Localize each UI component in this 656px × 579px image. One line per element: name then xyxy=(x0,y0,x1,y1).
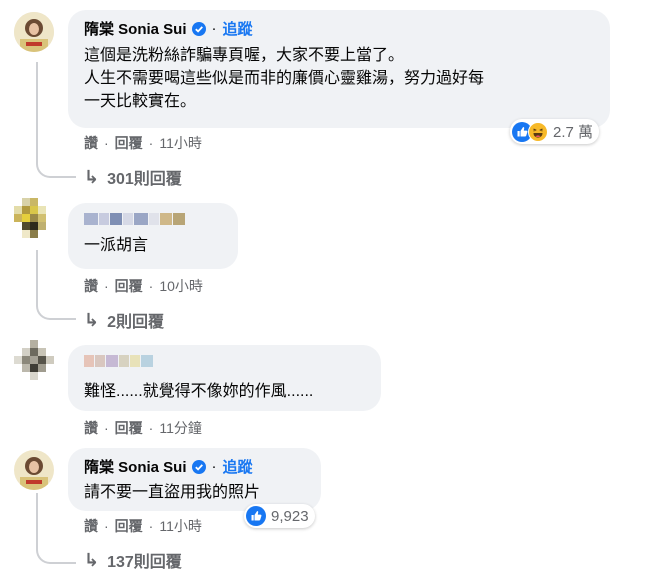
avatar[interactable] xyxy=(14,450,54,490)
separator-dot: · xyxy=(104,518,109,534)
reply-button[interactable]: 回覆 xyxy=(115,516,143,536)
like-icon xyxy=(246,506,266,526)
blurred-author-name[interactable] xyxy=(84,213,185,225)
reply-button[interactable]: 回覆 xyxy=(115,133,143,153)
reply-arrow-icon: ↳ xyxy=(84,309,100,330)
thread-connector xyxy=(36,154,76,178)
comment-text-line: 這個是洗粉絲詐騙專頁喔，大家不要上當了。 xyxy=(84,47,405,64)
view-replies-button[interactable]: ↳ 137則回覆 xyxy=(84,548,182,572)
comment-actions: 讚 · 回覆 · 11小時 xyxy=(84,133,202,153)
view-replies-button[interactable]: ↳ 2則回覆 xyxy=(84,308,164,332)
comment-bubble: 隋棠 Sonia Sui · 追蹤 請不要一直盜用我的照片 xyxy=(68,448,321,511)
comment-text-line: 難怪......就覺得不像妳的作風...... xyxy=(84,383,314,400)
comment-actions: 讚 · 回覆 · 11分鐘 xyxy=(84,418,202,438)
follow-button[interactable]: 追蹤 xyxy=(223,456,253,477)
comment-text-line: 一天比較實在。 xyxy=(84,93,197,110)
comment-text-line: 一派胡言 xyxy=(84,237,149,254)
like-button[interactable]: 讚 xyxy=(84,418,98,438)
separator-dot: · xyxy=(211,458,217,475)
reply-button[interactable]: 回覆 xyxy=(115,276,143,296)
reaction-summary[interactable]: 9,923 xyxy=(244,504,315,528)
separator-dot: · xyxy=(148,420,154,436)
follow-button[interactable]: 追蹤 xyxy=(223,18,253,39)
comment-bubble: 隋棠 Sonia Sui · 追蹤 這個是洗粉絲詐騙專頁喔，大家不要上當了。 人… xyxy=(68,10,610,128)
comment-text-line: 請不要一直盜用我的照片 xyxy=(84,484,261,501)
timestamp[interactable]: 11小時 xyxy=(159,133,202,153)
comment-actions: 讚 · 回覆 · 11小時 xyxy=(84,516,202,536)
comment-bubble: 一派胡言 xyxy=(68,203,238,269)
avatar[interactable] xyxy=(14,12,54,52)
view-replies-button[interactable]: ↳ 301則回覆 xyxy=(84,165,182,189)
comment-author[interactable]: 隋棠 Sonia Sui xyxy=(84,18,187,39)
comment-text-line: 人生不需要喝這些似是而非的廉價心靈雞湯，努力過好每 xyxy=(84,70,485,87)
reaction-summary[interactable]: 2.7 萬 xyxy=(510,119,600,144)
separator-dot: · xyxy=(211,20,217,37)
verified-badge-icon xyxy=(191,21,206,36)
separator-dot: · xyxy=(148,518,154,534)
haha-icon xyxy=(528,121,548,142)
separator-dot: · xyxy=(104,135,109,151)
thread-line xyxy=(36,62,38,162)
separator-dot: · xyxy=(104,278,109,294)
separator-dot: · xyxy=(104,420,109,436)
avatar[interactable] xyxy=(14,198,54,238)
replies-count-label: 137則回覆 xyxy=(107,554,182,571)
comment-author[interactable]: 隋棠 Sonia Sui xyxy=(84,456,187,477)
timestamp[interactable]: 10小時 xyxy=(159,276,203,296)
replies-count-label: 2則回覆 xyxy=(107,314,164,331)
like-button[interactable]: 讚 xyxy=(84,276,98,296)
thread-line xyxy=(36,493,38,541)
like-button[interactable]: 讚 xyxy=(84,133,98,153)
reply-arrow-icon: ↳ xyxy=(84,549,100,570)
separator-dot: · xyxy=(148,135,154,151)
timestamp[interactable]: 11小時 xyxy=(159,516,202,536)
verified-badge-icon xyxy=(191,459,206,474)
separator-dot: · xyxy=(148,278,154,294)
thread-connector xyxy=(36,540,76,564)
reaction-count: 2.7 萬 xyxy=(553,124,594,141)
thread-connector xyxy=(36,296,76,320)
comment-actions: 讚 · 回覆 · 10小時 xyxy=(84,276,203,296)
like-button[interactable]: 讚 xyxy=(84,516,98,536)
avatar[interactable] xyxy=(14,340,54,380)
thread-line xyxy=(36,250,38,298)
reaction-count: 9,923 xyxy=(271,507,309,525)
reply-arrow-icon: ↳ xyxy=(84,166,100,187)
timestamp[interactable]: 11分鐘 xyxy=(159,418,202,438)
comment-bubble: 難怪......就覺得不像妳的作風...... xyxy=(68,345,381,411)
replies-count-label: 301則回覆 xyxy=(107,171,182,188)
blurred-author-name[interactable] xyxy=(84,355,153,367)
reply-button[interactable]: 回覆 xyxy=(115,418,143,438)
